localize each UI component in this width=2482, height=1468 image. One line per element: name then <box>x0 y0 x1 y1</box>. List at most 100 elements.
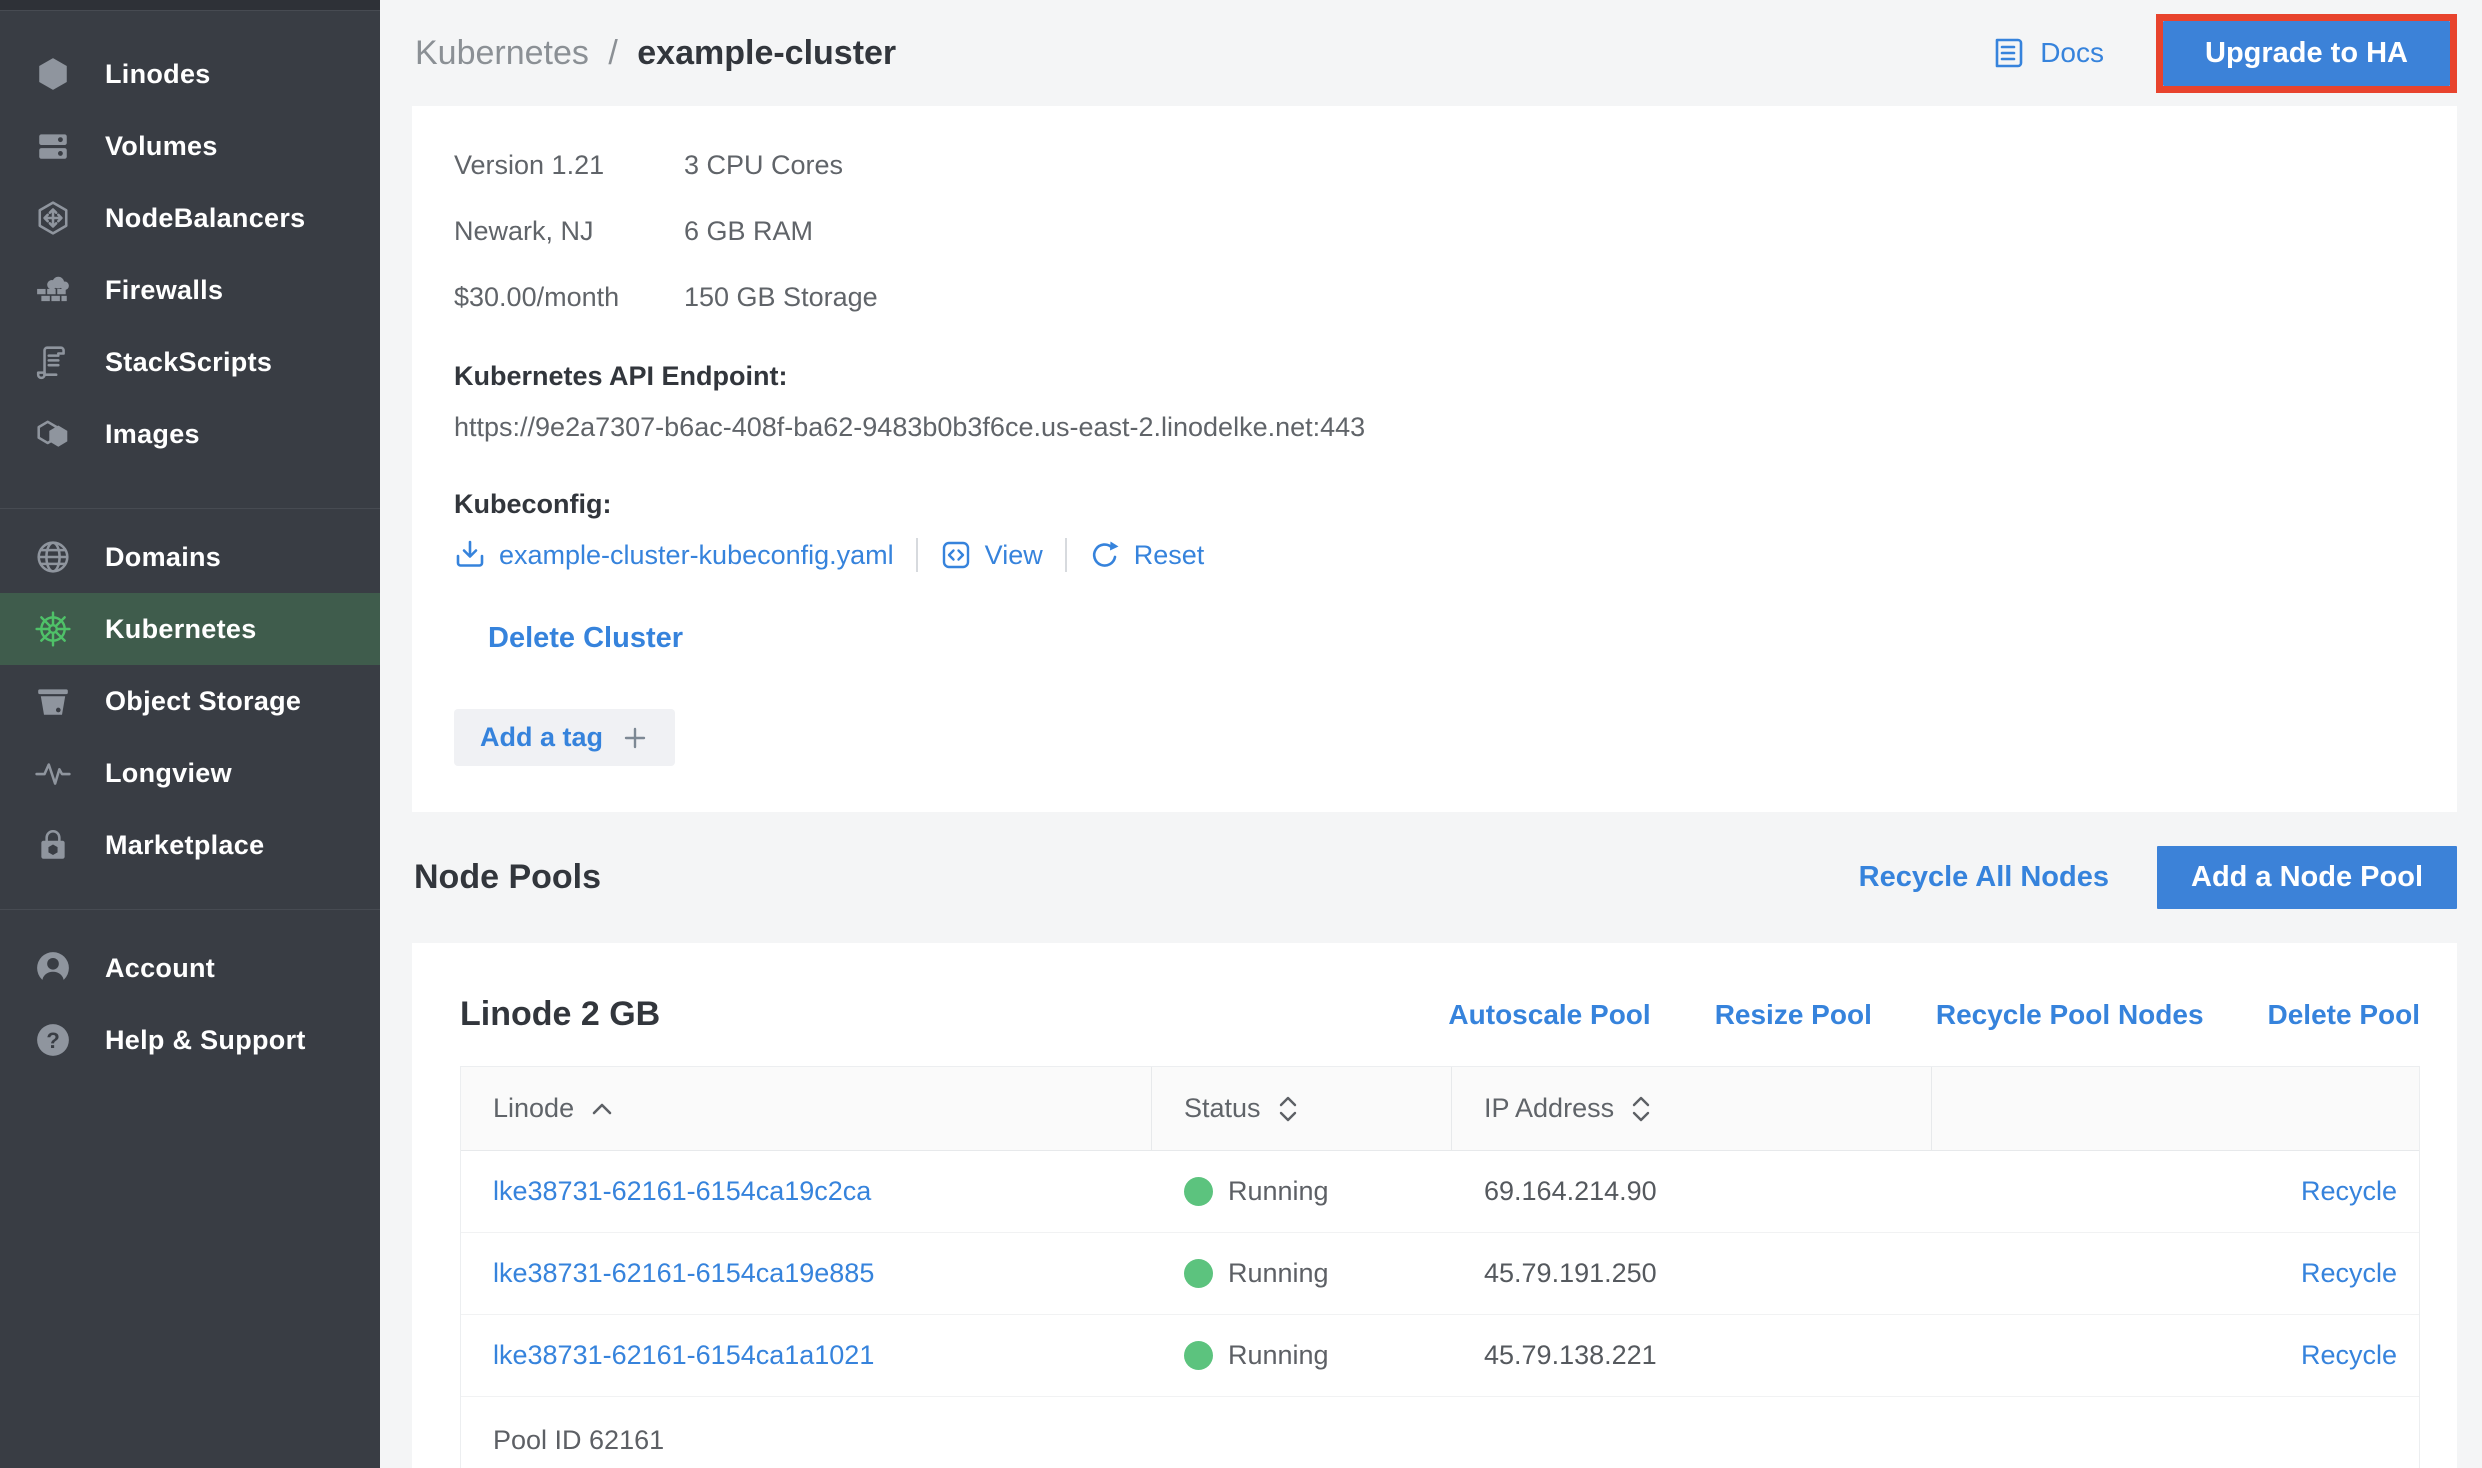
sidebar-item-stackscripts[interactable]: StackScripts <box>0 326 380 398</box>
marketplace-bag-icon <box>34 827 72 863</box>
nodebalancer-icon <box>34 200 72 236</box>
column-label: Status <box>1184 1093 1261 1124</box>
sidebar-item-label: Linodes <box>105 59 211 90</box>
cluster-version: Version 1.21 <box>454 150 684 181</box>
sidebar-item-label: Account <box>105 953 215 984</box>
sidebar-item-kubernetes[interactable]: Kubernetes <box>0 593 380 665</box>
images-icon <box>34 416 72 452</box>
sidebar-divider <box>0 508 380 509</box>
breadcrumb: Kubernetes / example-cluster <box>415 34 896 73</box>
add-node-pool-button[interactable]: Add a Node Pool <box>2157 846 2457 909</box>
reset-label: Reset <box>1134 540 1205 571</box>
kubeconfig-view-link[interactable]: View <box>940 539 1043 571</box>
kubeconfig-reset-link[interactable]: Reset <box>1089 539 1205 571</box>
linode-link[interactable]: lke38731-62161-6154ca1a1021 <box>493 1340 874 1371</box>
plus-icon <box>621 724 649 752</box>
cluster-price: $30.00/month <box>454 282 684 313</box>
sidebar-item-images[interactable]: Images <box>0 398 380 470</box>
table-header-row: Linode Status <box>461 1067 2419 1151</box>
linode-link[interactable]: lke38731-62161-6154ca19e885 <box>493 1258 874 1289</box>
add-tag-label: Add a tag <box>480 722 603 753</box>
ip-cell: 45.79.191.250 <box>1452 1233 1932 1314</box>
nodes-table: Linode Status <box>460 1066 2420 1468</box>
ip-cell: 45.79.138.221 <box>1452 1315 1932 1396</box>
sort-asc-icon <box>590 1100 614 1118</box>
column-header-actions <box>1932 1067 2419 1150</box>
status-cell: Running <box>1152 1151 1452 1232</box>
node-pools-header: Node Pools Recycle All Nodes Add a Node … <box>412 812 2457 943</box>
api-endpoint-label: Kubernetes API Endpoint: <box>454 361 2417 392</box>
sidebar-nav: Linodes Volumes <box>0 11 380 1076</box>
cluster-cpu: 3 CPU Cores <box>684 150 843 181</box>
ip-cell: 69.164.214.90 <box>1452 1151 1932 1232</box>
sidebar-divider <box>0 909 380 910</box>
docs-icon <box>1992 36 2026 70</box>
status-label: Running <box>1228 1340 1329 1371</box>
recycle-node-link[interactable]: Recycle <box>2301 1340 2397 1371</box>
sidebar-item-domains[interactable]: Domains <box>0 521 380 593</box>
reset-refresh-icon <box>1089 539 1121 571</box>
api-endpoint-value: https://9e2a7307-b6ac-408f-ba62-9483b0b3… <box>454 412 2417 443</box>
docs-link[interactable]: Docs <box>1992 36 2104 70</box>
pool-id-label: Pool ID 62161 <box>493 1425 664 1456</box>
column-header-ip-address[interactable]: IP Address <box>1452 1067 1932 1150</box>
linode-link[interactable]: lke38731-62161-6154ca19c2ca <box>493 1176 871 1207</box>
delete-pool-link[interactable]: Delete Pool <box>2268 999 2420 1031</box>
action-cell: Recycle <box>1932 1151 2419 1232</box>
sidebar-item-label: Kubernetes <box>105 614 257 645</box>
sidebar-item-label: Marketplace <box>105 830 264 861</box>
sidebar-item-firewalls[interactable]: Firewalls <box>0 254 380 326</box>
topbar-sliver <box>0 0 380 11</box>
firewall-icon <box>34 272 72 308</box>
ip-address: 69.164.214.90 <box>1484 1176 1657 1207</box>
status-label: Running <box>1228 1176 1329 1207</box>
recycle-pool-nodes-link[interactable]: Recycle Pool Nodes <box>1936 999 2204 1031</box>
autoscale-pool-link[interactable]: Autoscale Pool <box>1448 999 1650 1031</box>
kubernetes-wheel-icon <box>34 611 72 647</box>
recycle-all-nodes-link[interactable]: Recycle All Nodes <box>1859 861 2109 894</box>
column-header-linode[interactable]: Linode <box>461 1067 1152 1150</box>
pool-id-row: Pool ID 62161 <box>461 1397 2419 1468</box>
sidebar-item-label: Images <box>105 419 200 450</box>
sidebar-item-linodes[interactable]: Linodes <box>0 38 380 110</box>
linode-cell: lke38731-62161-6154ca19e885 <box>461 1233 1152 1314</box>
sidebar-item-help-support[interactable]: ? Help & Support <box>0 1004 380 1076</box>
spec-row: Version 1.21 3 CPU Cores <box>454 150 2417 181</box>
sidebar-item-label: NodeBalancers <box>105 203 305 234</box>
help-question-icon: ? <box>34 1022 72 1058</box>
pool-name: Linode 2 GB <box>460 995 660 1034</box>
linode-cell: lke38731-62161-6154ca19c2ca <box>461 1151 1152 1232</box>
status-running-dot <box>1184 1177 1213 1206</box>
delete-cluster-link[interactable]: Delete Cluster <box>488 622 683 655</box>
sidebar-item-nodebalancers[interactable]: NodeBalancers <box>0 182 380 254</box>
sidebar-item-label: Volumes <box>105 131 218 162</box>
sidebar-item-marketplace[interactable]: Marketplace <box>0 809 380 881</box>
view-label: View <box>985 540 1043 571</box>
recycle-node-link[interactable]: Recycle <box>2301 1258 2397 1289</box>
sidebar-item-account[interactable]: Account <box>0 932 380 1004</box>
node-pools-title: Node Pools <box>414 858 601 897</box>
upgrade-to-ha-button[interactable]: Upgrade to HA <box>2163 21 2450 86</box>
kubeconfig-download-link[interactable]: example-cluster-kubeconfig.yaml <box>454 539 894 571</box>
add-tag-button[interactable]: Add a tag <box>454 709 675 766</box>
cluster-storage: 150 GB Storage <box>684 282 878 313</box>
main-content: Kubernetes / example-cluster Docs <box>380 0 2482 1468</box>
separator <box>1065 538 1067 572</box>
breadcrumb-section[interactable]: Kubernetes <box>415 34 589 72</box>
sidebar-item-label: Domains <box>105 542 221 573</box>
sidebar-item-object-storage[interactable]: Object Storage <box>0 665 380 737</box>
separator <box>916 538 918 572</box>
column-header-status[interactable]: Status <box>1152 1067 1452 1150</box>
table-row: lke38731-62161-6154ca1a1021 Running 45.7… <box>461 1315 2419 1397</box>
sidebar-item-label: Help & Support <box>105 1025 306 1056</box>
sort-both-icon <box>1630 1094 1652 1124</box>
resize-pool-link[interactable]: Resize Pool <box>1715 999 1872 1031</box>
sidebar: Linodes Volumes <box>0 0 380 1468</box>
cluster-ram: 6 GB RAM <box>684 216 813 247</box>
kubeconfig-label: Kubeconfig: <box>454 489 2417 520</box>
sidebar-item-volumes[interactable]: Volumes <box>0 110 380 182</box>
code-view-icon <box>940 539 972 571</box>
recycle-node-link[interactable]: Recycle <box>2301 1176 2397 1207</box>
download-icon <box>454 539 486 571</box>
sidebar-item-longview[interactable]: Longview <box>0 737 380 809</box>
